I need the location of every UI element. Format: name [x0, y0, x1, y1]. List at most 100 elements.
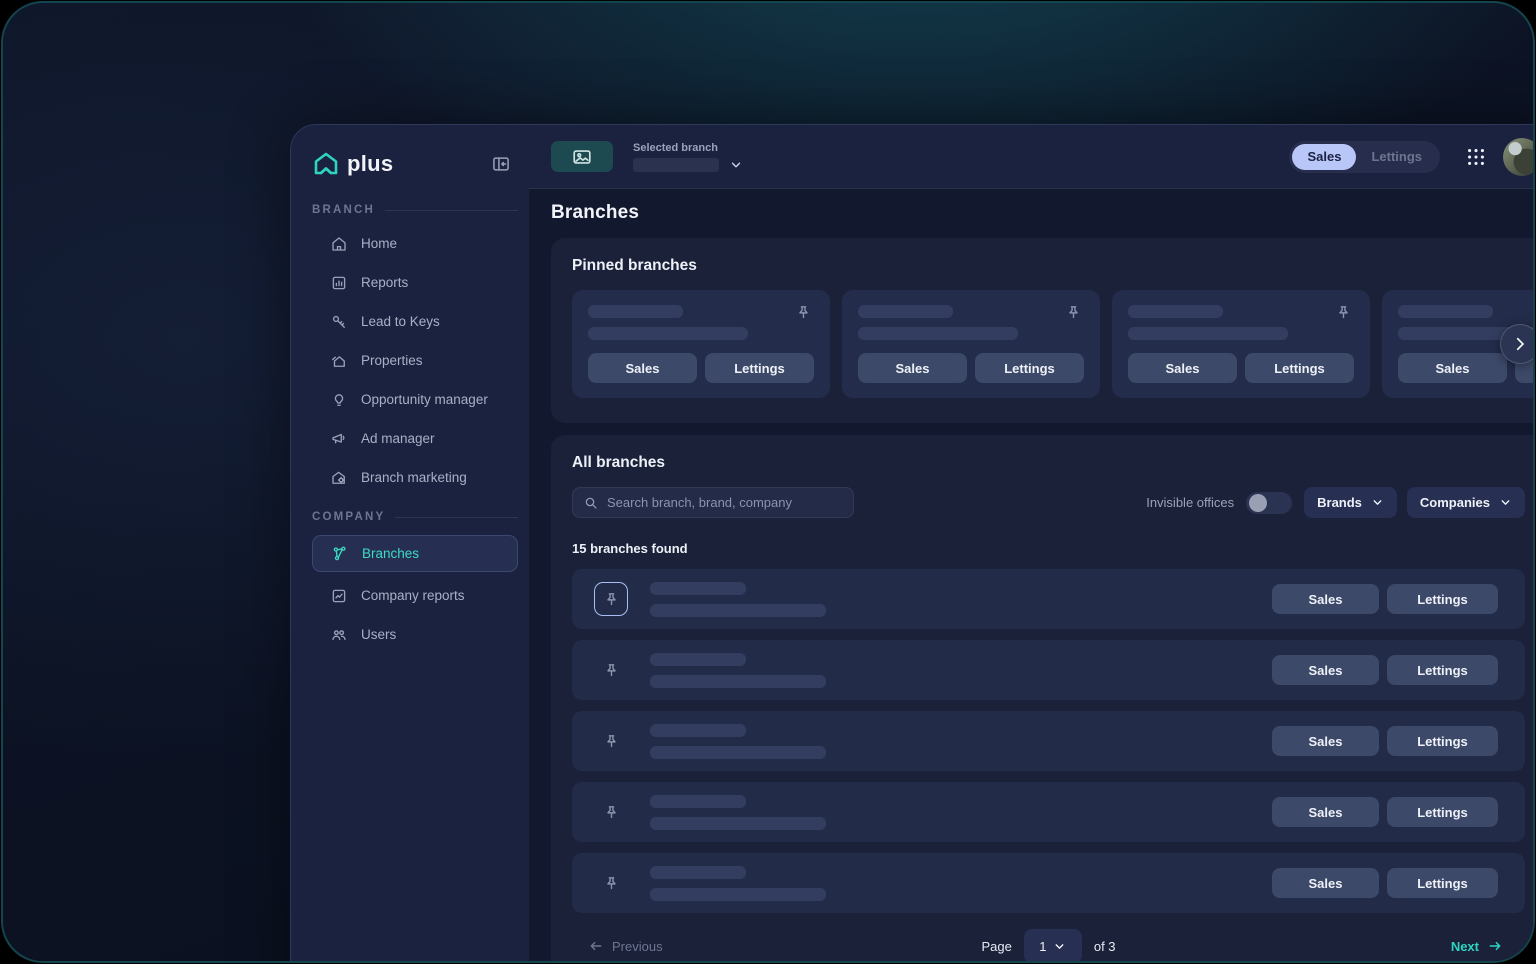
- section-label: COMPANY: [312, 511, 385, 523]
- branch-address-redacted: [588, 327, 748, 340]
- properties-icon: [330, 352, 348, 370]
- search-input[interactable]: [607, 495, 843, 510]
- sales-button[interactable]: Sales: [1272, 584, 1379, 614]
- pin-icon[interactable]: [795, 304, 812, 321]
- megaphone-icon: [330, 430, 348, 448]
- companies-dropdown[interactable]: Companies: [1407, 487, 1525, 518]
- lettings-button[interactable]: Lettings: [705, 353, 814, 383]
- pagination: Previous Page 1 of 3 Next: [572, 929, 1525, 963]
- sidebar-item-reports[interactable]: Reports: [312, 267, 518, 298]
- sidebar-item-label: Home: [361, 236, 397, 251]
- pin-button[interactable]: [594, 795, 628, 829]
- next-page-button[interactable]: Next: [1451, 938, 1503, 954]
- sales-button[interactable]: Sales: [1272, 797, 1379, 827]
- branch-row[interactable]: Sales Lettings: [572, 640, 1525, 700]
- sidebar-item-branches[interactable]: Branches: [312, 535, 518, 572]
- plus-logo-icon: [312, 150, 340, 178]
- pinned-branches-panel: Pinned branches Sales Lettings: [551, 238, 1535, 423]
- current-page: 1: [1039, 939, 1046, 954]
- sales-button[interactable]: Sales: [1272, 655, 1379, 685]
- pin-icon[interactable]: [1065, 304, 1082, 321]
- apps-grid-icon[interactable]: [1465, 146, 1487, 168]
- sales-button[interactable]: Sales: [1272, 868, 1379, 898]
- pin-button[interactable]: [594, 653, 628, 687]
- sidebar-collapse-icon[interactable]: [491, 154, 511, 174]
- selected-branch[interactable]: Selected branch: [633, 142, 743, 172]
- chevron-down-icon: [1499, 496, 1512, 509]
- invisible-offices-toggle[interactable]: [1246, 492, 1292, 514]
- lettings-button[interactable]: Lettings: [1387, 797, 1498, 827]
- branch-row[interactable]: Sales Lettings: [572, 782, 1525, 842]
- sales-button[interactable]: Sales: [588, 353, 697, 383]
- sales-button[interactable]: Sales: [1398, 353, 1507, 383]
- sidebar-item-opportunity-manager[interactable]: Opportunity manager: [312, 384, 518, 415]
- branch-name-redacted: [1128, 305, 1223, 318]
- results-count: 15 branches found: [572, 541, 1535, 556]
- logo: plus: [312, 150, 518, 178]
- chevron-right-icon: [1511, 335, 1529, 353]
- brands-dropdown-label: Brands: [1317, 495, 1362, 510]
- sidebar-item-lead-to-keys[interactable]: Lead to Keys: [312, 306, 518, 337]
- divider: [385, 210, 518, 211]
- chevron-down-icon: [1053, 940, 1066, 953]
- section-label: BRANCH: [312, 204, 375, 216]
- companies-dropdown-label: Companies: [1420, 495, 1490, 510]
- toggle-lettings[interactable]: Lettings: [1356, 144, 1437, 170]
- sales-button[interactable]: Sales: [1128, 353, 1237, 383]
- previous-page-button[interactable]: Previous: [588, 938, 663, 954]
- branch-photo-button[interactable]: [551, 141, 613, 172]
- lettings-button[interactable]: Lettings: [1387, 868, 1498, 898]
- arrow-right-icon: [1487, 938, 1503, 954]
- page-select[interactable]: 1: [1024, 929, 1082, 963]
- pinned-branch-card: Sales Lettings: [1112, 290, 1370, 398]
- sidebar-item-branch-marketing[interactable]: Branch marketing: [312, 462, 518, 493]
- sidebar-item-company-reports[interactable]: Company reports: [312, 580, 518, 611]
- sidebar-item-label: Branch marketing: [361, 470, 467, 485]
- desktop-background: plus BRANCH Home: [1, 1, 1535, 963]
- page-content: Branches Pinned branches Sales: [529, 189, 1535, 963]
- sales-button[interactable]: Sales: [858, 353, 967, 383]
- user-avatar[interactable]: [1503, 138, 1535, 176]
- lettings-button[interactable]: Lettings: [975, 353, 1084, 383]
- section-company: COMPANY: [312, 511, 518, 523]
- lettings-button[interactable]: Lettings: [1387, 655, 1498, 685]
- lettings-button[interactable]: Lettings: [1387, 726, 1498, 756]
- sidebar-item-home[interactable]: Home: [312, 228, 518, 259]
- sidebar-item-label: Ad manager: [361, 431, 435, 446]
- sidebar-item-ad-manager[interactable]: Ad manager: [312, 423, 518, 454]
- branch-row[interactable]: Sales Lettings: [572, 569, 1525, 629]
- lightbulb-icon: [330, 391, 348, 409]
- carousel-next-button[interactable]: [1500, 324, 1535, 364]
- toggle-sales[interactable]: Sales: [1292, 144, 1356, 170]
- lettings-button[interactable]: Lettings: [1245, 353, 1354, 383]
- sidebar-item-users[interactable]: Users: [312, 619, 518, 650]
- sales-button[interactable]: Sales: [1272, 726, 1379, 756]
- branch-name-redacted: [588, 305, 683, 318]
- all-branches-title: All branches: [572, 454, 1535, 472]
- branch-info-redacted: [650, 866, 826, 901]
- branch-name-redacted: [1398, 305, 1493, 318]
- pinned-branches-title: Pinned branches: [572, 257, 1535, 275]
- sidebar-item-properties[interactable]: Properties: [312, 345, 518, 376]
- search-box[interactable]: [572, 487, 854, 518]
- next-label: Next: [1451, 939, 1479, 954]
- pin-icon[interactable]: [1335, 304, 1352, 321]
- brands-dropdown[interactable]: Brands: [1304, 487, 1397, 518]
- pin-button[interactable]: [594, 724, 628, 758]
- sidebar-item-label: Company reports: [361, 588, 465, 603]
- sidebar: plus BRANCH Home: [291, 125, 529, 963]
- pin-button[interactable]: [594, 866, 628, 900]
- branch-row[interactable]: Sales Lettings: [572, 711, 1525, 771]
- selected-branch-label: Selected branch: [633, 142, 743, 154]
- pin-button[interactable]: [594, 582, 628, 616]
- branch-info-redacted: [650, 582, 826, 617]
- sales-lettings-toggle: Sales Lettings: [1289, 141, 1440, 173]
- sidebar-item-label: Opportunity manager: [361, 392, 488, 407]
- branch-row[interactable]: Sales Lettings: [572, 853, 1525, 913]
- all-branches-panel: All branches Invisible offices Brands: [551, 435, 1535, 963]
- sidebar-item-label: Properties: [361, 353, 423, 368]
- lettings-button[interactable]: Lettings: [1387, 584, 1498, 614]
- invisible-offices-label: Invisible offices: [1146, 495, 1234, 510]
- sidebar-item-label: Reports: [361, 275, 408, 290]
- topbar: Selected branch Sales Lettings: [529, 125, 1535, 189]
